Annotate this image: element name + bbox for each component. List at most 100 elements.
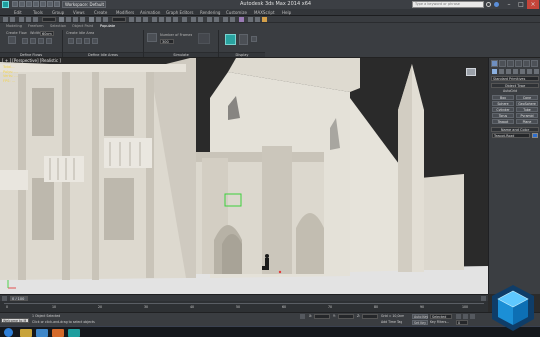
object-box-button[interactable]: Box xyxy=(492,95,514,100)
flow-remove-icon[interactable] xyxy=(46,38,52,44)
motion-tab-icon[interactable] xyxy=(515,60,522,67)
render-setup-icon[interactable] xyxy=(248,17,253,22)
menu-graph-editors[interactable]: Graph Editors xyxy=(166,9,193,16)
object-tube-button[interactable]: Tube xyxy=(516,107,538,112)
idle-area-edit-icon[interactable] xyxy=(92,38,98,44)
viewcube-icon[interactable] xyxy=(466,68,476,76)
start-button-icon[interactable] xyxy=(4,328,13,337)
idle-area-free-icon[interactable] xyxy=(84,38,90,44)
simulate-icon[interactable] xyxy=(147,33,157,42)
reference-coordinate-dropdown[interactable] xyxy=(112,17,126,22)
redo-icon[interactable] xyxy=(40,1,46,7)
viewport-label-menu[interactable]: [ + ] [Perspective] [Realistic ] xyxy=(2,58,61,63)
go-to-end-icon[interactable] xyxy=(470,314,475,319)
space-warps-icon[interactable] xyxy=(527,69,532,74)
tab-object-paint[interactable]: Object Paint xyxy=(72,24,93,29)
object-cone-button[interactable]: Cone xyxy=(516,95,538,100)
window-crossing-icon[interactable] xyxy=(80,17,85,22)
current-frame-field[interactable]: 0 xyxy=(456,320,468,325)
flow-tool-icon[interactable] xyxy=(22,38,28,44)
scene-explorer-icon[interactable] xyxy=(207,17,212,22)
object-color-swatch[interactable] xyxy=(532,133,538,138)
object-torus-button[interactable]: Torus xyxy=(492,113,514,118)
track-bar[interactable]: 0 10 20 30 40 50 60 70 80 90 100 xyxy=(0,301,488,312)
lock-selection-icon[interactable] xyxy=(300,314,305,319)
maximize-button[interactable]: □ xyxy=(515,0,527,9)
helpers-icon[interactable] xyxy=(520,69,525,74)
material-editor-icon[interactable] xyxy=(239,17,244,22)
tab-modeling[interactable]: Modeling xyxy=(6,24,22,29)
maxscript-listener-field[interactable]: Welcome to M xyxy=(1,318,29,323)
snaps-toggle-icon[interactable] xyxy=(152,17,157,22)
minimize-button[interactable]: – xyxy=(503,0,515,9)
menu-rendering[interactable]: Rendering xyxy=(200,9,220,16)
hierarchy-tab-icon[interactable] xyxy=(507,60,514,67)
display-toggle-icon[interactable] xyxy=(251,36,257,42)
play-icon[interactable] xyxy=(463,314,468,319)
menu-maxscript[interactable]: MAXScript xyxy=(254,9,275,16)
rectangular-selection-icon[interactable] xyxy=(73,17,78,22)
number-of-frames-field[interactable]: 300 xyxy=(160,39,174,44)
menu-help[interactable]: Help xyxy=(282,9,291,16)
browser-taskbar-icon[interactable] xyxy=(36,329,48,337)
cameras-icon[interactable] xyxy=(513,69,518,74)
set-key-button[interactable]: Set Key xyxy=(412,320,428,325)
primitive-type-dropdown[interactable]: Standard Primitives xyxy=(491,76,539,81)
object-cylinder-button[interactable]: Cylinder xyxy=(492,107,514,112)
width-field[interactable]: 60cm xyxy=(40,31,54,36)
menu-modifiers[interactable]: Modifiers xyxy=(116,9,134,16)
idle-area-circle-icon[interactable] xyxy=(76,38,82,44)
3dsmax-taskbar-icon[interactable] xyxy=(68,329,80,337)
create-flow-icon[interactable] xyxy=(8,36,16,44)
menu-views[interactable]: Views xyxy=(73,9,85,16)
render-production-icon[interactable] xyxy=(262,17,267,22)
selection-filter-dropdown[interactable] xyxy=(42,17,56,22)
idle-area-rect-icon[interactable] xyxy=(68,38,74,44)
key-filters-button[interactable]: Key Filters... xyxy=(430,320,449,324)
bind-space-warp-icon[interactable] xyxy=(33,17,38,22)
tab-populate[interactable]: Populate xyxy=(100,24,115,29)
object-type-rollout[interactable]: Object Type xyxy=(491,83,539,88)
select-by-name-icon[interactable] xyxy=(66,17,71,22)
save-file-icon[interactable] xyxy=(26,1,32,7)
select-object-icon[interactable] xyxy=(59,17,64,22)
flow-edit-icon[interactable] xyxy=(38,38,44,44)
lights-icon[interactable] xyxy=(506,69,511,74)
flow-add-icon[interactable] xyxy=(30,38,36,44)
select-move-icon[interactable] xyxy=(89,17,94,22)
layer-explorer-icon[interactable] xyxy=(214,17,219,22)
undo-icon[interactable] xyxy=(33,1,39,7)
shapes-icon[interactable] xyxy=(499,69,504,74)
search-icon[interactable] xyxy=(486,2,491,7)
help-icon[interactable] xyxy=(494,2,499,7)
add-time-tag-button[interactable]: Add Time Tag xyxy=(381,320,402,324)
geometry-icon[interactable] xyxy=(492,69,497,74)
schematic-view-icon[interactable] xyxy=(230,17,235,22)
select-rotate-icon[interactable] xyxy=(96,17,101,22)
named-selection-icon[interactable] xyxy=(182,17,187,22)
systems-icon[interactable] xyxy=(534,69,539,74)
workspace-dropdown[interactable]: Workspace: Default xyxy=(62,1,106,8)
menu-tools[interactable]: Tools xyxy=(33,9,43,16)
object-plane-button[interactable]: Plane xyxy=(516,119,538,124)
search-input[interactable]: Type a keyword or phrase xyxy=(412,1,484,8)
select-manipulate-icon[interactable] xyxy=(136,17,141,22)
redo-toolbar-icon[interactable] xyxy=(10,17,15,22)
percent-snap-icon[interactable] xyxy=(166,17,171,22)
explorer-taskbar-icon[interactable] xyxy=(20,329,32,337)
select-scale-icon[interactable] xyxy=(103,17,108,22)
menu-customize[interactable]: Customize xyxy=(226,9,247,16)
pivot-center-icon[interactable] xyxy=(129,17,134,22)
tab-freeform[interactable]: Freeform xyxy=(28,24,44,29)
time-slider[interactable]: 0 / 100 xyxy=(0,294,488,301)
auto-key-button[interactable]: Auto Key xyxy=(412,314,428,319)
object-teapot-button[interactable]: Teapot xyxy=(492,119,514,124)
object-name-field[interactable]: Teapot-Road xyxy=(492,133,530,138)
keyboard-shortcut-override-icon[interactable] xyxy=(143,17,148,22)
curve-editor-icon[interactable] xyxy=(223,17,228,22)
simulate-run-icon[interactable] xyxy=(198,33,210,44)
x-coordinate-field[interactable] xyxy=(314,314,330,319)
mirror-icon[interactable] xyxy=(191,17,196,22)
app-logo-icon[interactable] xyxy=(2,1,9,8)
display-options-icon[interactable] xyxy=(239,34,248,45)
